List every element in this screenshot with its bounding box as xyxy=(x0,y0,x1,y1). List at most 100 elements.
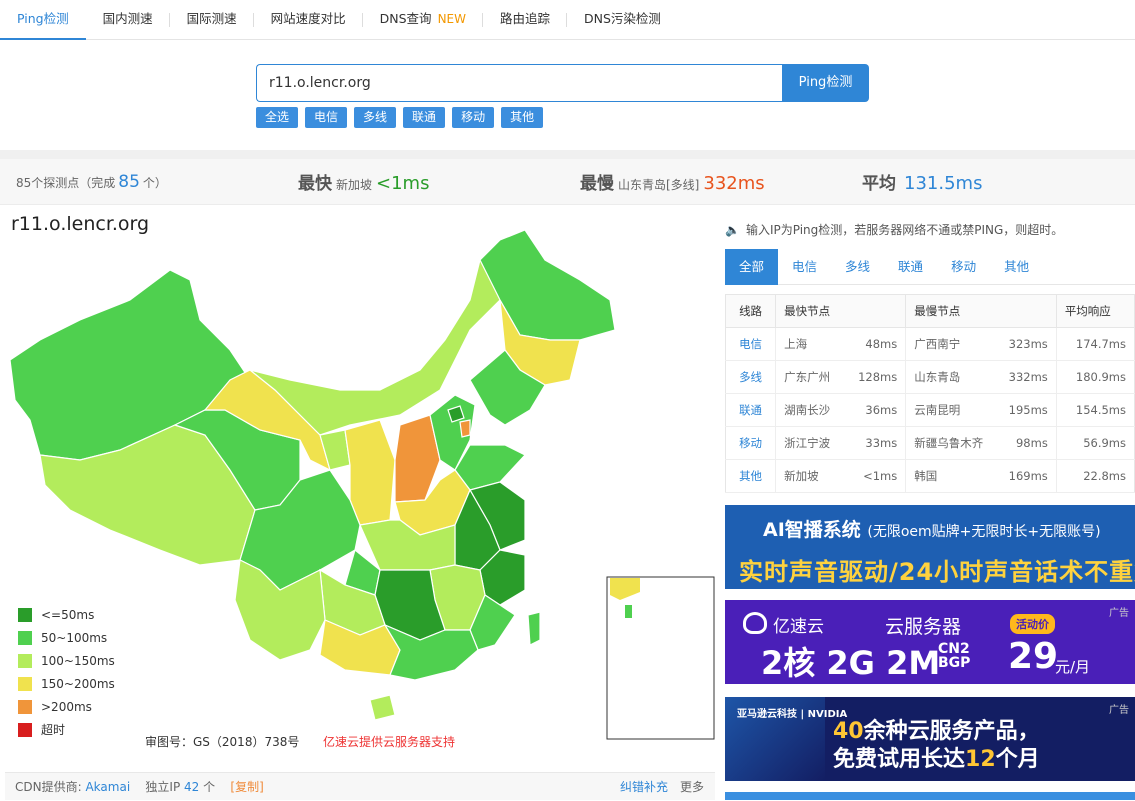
table-row: 其他 新加坡 <1ms 韩国 169ms 22.8ms xyxy=(725,459,1135,493)
row-fast-node: 广东广州 xyxy=(775,360,851,394)
count-suffix: 个） xyxy=(142,176,167,190)
header-fastest: 最快节点 xyxy=(775,294,907,328)
row-avg: 180.9ms xyxy=(1056,360,1135,394)
row-line[interactable]: 电信 xyxy=(725,327,777,361)
host-input[interactable] xyxy=(256,64,783,102)
ad-banner-ai-broadcast[interactable]: AI智播系统 (无限oem贴牌+无限时长+无限账号) 实时声音驱动/24小时声音… xyxy=(725,505,1135,589)
map-approval-number: 审图号：GS（2018）738号 xyxy=(145,735,300,749)
ping-button[interactable]: Ping检测 xyxy=(782,64,869,102)
header-slowest: 最慢节点 xyxy=(905,294,1057,328)
row-avg: 174.7ms xyxy=(1056,327,1135,361)
table-row: 多线 广东广州 128ms 山东青岛 332ms 180.9ms xyxy=(725,360,1135,394)
slowest-location: 山东青岛[多线] xyxy=(618,178,700,192)
ad2-price: 29 xyxy=(1008,636,1059,677)
region-taiwan[interactable] xyxy=(527,611,541,646)
row-line[interactable]: 其他 xyxy=(725,459,777,493)
ad2-spec: 2核 2G 2M xyxy=(761,644,941,682)
tab-dns-query[interactable]: DNS查询 NEW xyxy=(363,0,483,40)
slowest-stat: 最慢 山东青岛[多线] 332ms xyxy=(580,169,765,194)
row-fast-ms: 128ms xyxy=(850,360,907,394)
line-tabs: 全部 电信 多线 联通 移动 其他 xyxy=(725,249,1135,285)
filter-multiline[interactable]: 多线 xyxy=(354,107,397,128)
ad2-promo-tag: 活动价 xyxy=(1010,614,1055,634)
more-link[interactable]: 更多 xyxy=(680,773,704,801)
tab-international-speed[interactable]: 国际测速 xyxy=(170,0,254,40)
fastest-label: 最快 xyxy=(298,174,332,194)
average-value: 131.5ms xyxy=(904,173,983,194)
row-fast-node: 浙江宁波 xyxy=(775,426,851,460)
tab-ping[interactable]: Ping检测 xyxy=(0,0,86,40)
new-badge: NEW xyxy=(437,12,466,26)
row-fast-node: 上海 xyxy=(775,327,851,361)
average-label: 平均 xyxy=(862,174,896,194)
south-china-sea-inset xyxy=(606,576,715,740)
row-fast-node: 新加坡 xyxy=(775,459,851,493)
rtab-other[interactable]: 其他 xyxy=(990,249,1043,285)
legend-swatch xyxy=(18,676,32,691)
ad-mark: 广告 xyxy=(1109,608,1129,619)
row-slow-ms: 195ms xyxy=(1000,393,1057,427)
ad-banner-partial[interactable] xyxy=(725,792,1135,800)
fastest-location: 新加坡 xyxy=(336,178,373,192)
legend-label: 超时 xyxy=(41,723,66,737)
ad1-title: AI智播系统 xyxy=(763,519,861,541)
cdn-provider[interactable]: Akamai xyxy=(85,780,130,794)
tab-label: 路由追踪 xyxy=(500,11,551,26)
ad3-logo: 亚马逊云科技 | NVIDIA xyxy=(737,709,848,720)
region-tianjin[interactable] xyxy=(459,419,471,438)
tab-label: 国际测速 xyxy=(186,11,237,26)
tab-site-compare[interactable]: 网站速度对比 xyxy=(254,0,363,40)
filter-other[interactable]: 其他 xyxy=(501,107,544,128)
fastest-value: <1ms xyxy=(376,173,430,194)
row-fast-ms: 48ms xyxy=(850,327,907,361)
row-line[interactable]: 移动 xyxy=(725,426,777,460)
row-fast-node: 湖南长沙 xyxy=(775,393,851,427)
rtab-mobile[interactable]: 移动 xyxy=(937,249,990,285)
tab-domestic-speed[interactable]: 国内测速 xyxy=(86,0,170,40)
copy-button[interactable]: [复制] xyxy=(230,780,263,794)
ad1-subtitle: (无限oem贴牌+无限时长+无限账号) xyxy=(867,524,1101,540)
tab-dns-pollution[interactable]: DNS污染检测 xyxy=(567,0,678,40)
region-heilongjiang[interactable] xyxy=(479,229,616,341)
search-bar: Ping检测 xyxy=(256,64,869,102)
legend-item: 超时 xyxy=(18,718,115,741)
table-row: 电信 上海 48ms 广西南宁 323ms 174.7ms xyxy=(725,327,1135,361)
ad3-line2: 免费试用长达12个月 xyxy=(833,741,1040,773)
notice-text: 输入IP为Ping检测，若服务器网络不通或禁PING，则超时。 xyxy=(745,223,1064,237)
cdn-label: CDN提供商: xyxy=(15,780,82,794)
ad-banner-cloud-server[interactable]: 亿速云 云服务器 活动价 2核 2G 2M CN2 BGP 29 元/月 广告 xyxy=(725,600,1135,684)
line-summary-table: 线路 最快节点 最慢节点 平均响应 电信 上海 48ms 广西南宁 323ms … xyxy=(725,294,1135,493)
ad1-headline: AI智播系统 (无限oem贴牌+无限时长+无限账号) xyxy=(763,515,1101,542)
rtab-all[interactable]: 全部 xyxy=(725,249,779,285)
legend-swatch xyxy=(18,722,32,737)
tab-label: 网站速度对比 xyxy=(270,11,346,26)
rtab-telecom[interactable]: 电信 xyxy=(778,249,831,285)
row-avg: 56.9ms xyxy=(1056,426,1135,460)
tab-traceroute[interactable]: 路由追踪 xyxy=(483,0,568,40)
rtab-unicom[interactable]: 联通 xyxy=(884,249,937,285)
row-slow-node: 新疆乌鲁木齐 xyxy=(905,426,1001,460)
row-line[interactable]: 联通 xyxy=(725,393,777,427)
ad3-line2-pre: 免费试用长达 xyxy=(833,747,966,772)
line-filters: 全选 电信 多线 联通 移动 其他 xyxy=(256,107,544,128)
legend-label: <=50ms xyxy=(41,607,95,622)
ad2-price-unit: 元/月 xyxy=(1055,658,1091,676)
sponsor-link[interactable]: 亿速云提供云服务器支持 xyxy=(323,733,455,750)
count-prefix: 85个探测点（完成 xyxy=(16,176,116,190)
filter-mobile[interactable]: 移动 xyxy=(452,107,495,128)
correct-link[interactable]: 纠错补充 xyxy=(620,773,668,801)
rtab-multiline[interactable]: 多线 xyxy=(831,249,884,285)
legend-item: 50~100ms xyxy=(18,626,115,649)
legend-label: 150~200ms xyxy=(41,676,115,691)
legend-item: 100~150ms xyxy=(18,649,115,672)
filter-all[interactable]: 全选 xyxy=(256,107,299,128)
filter-telecom[interactable]: 电信 xyxy=(305,107,348,128)
top-nav: Ping检测 国内测速 国际测速 网站速度对比 DNS查询 NEW 路由追踪 DN… xyxy=(0,0,1135,40)
row-line[interactable]: 多线 xyxy=(725,360,777,394)
region-hainan[interactable] xyxy=(369,694,396,721)
tab-label: 国内测速 xyxy=(102,11,153,26)
region-inner-mongolia[interactable] xyxy=(249,239,521,436)
filter-unicom[interactable]: 联通 xyxy=(403,107,446,128)
legend-swatch xyxy=(18,607,32,622)
ad-banner-aws[interactable]: 亚马逊云科技 | NVIDIA 40余种云服务产品， 免费试用长达12个月 广告 xyxy=(725,697,1135,781)
